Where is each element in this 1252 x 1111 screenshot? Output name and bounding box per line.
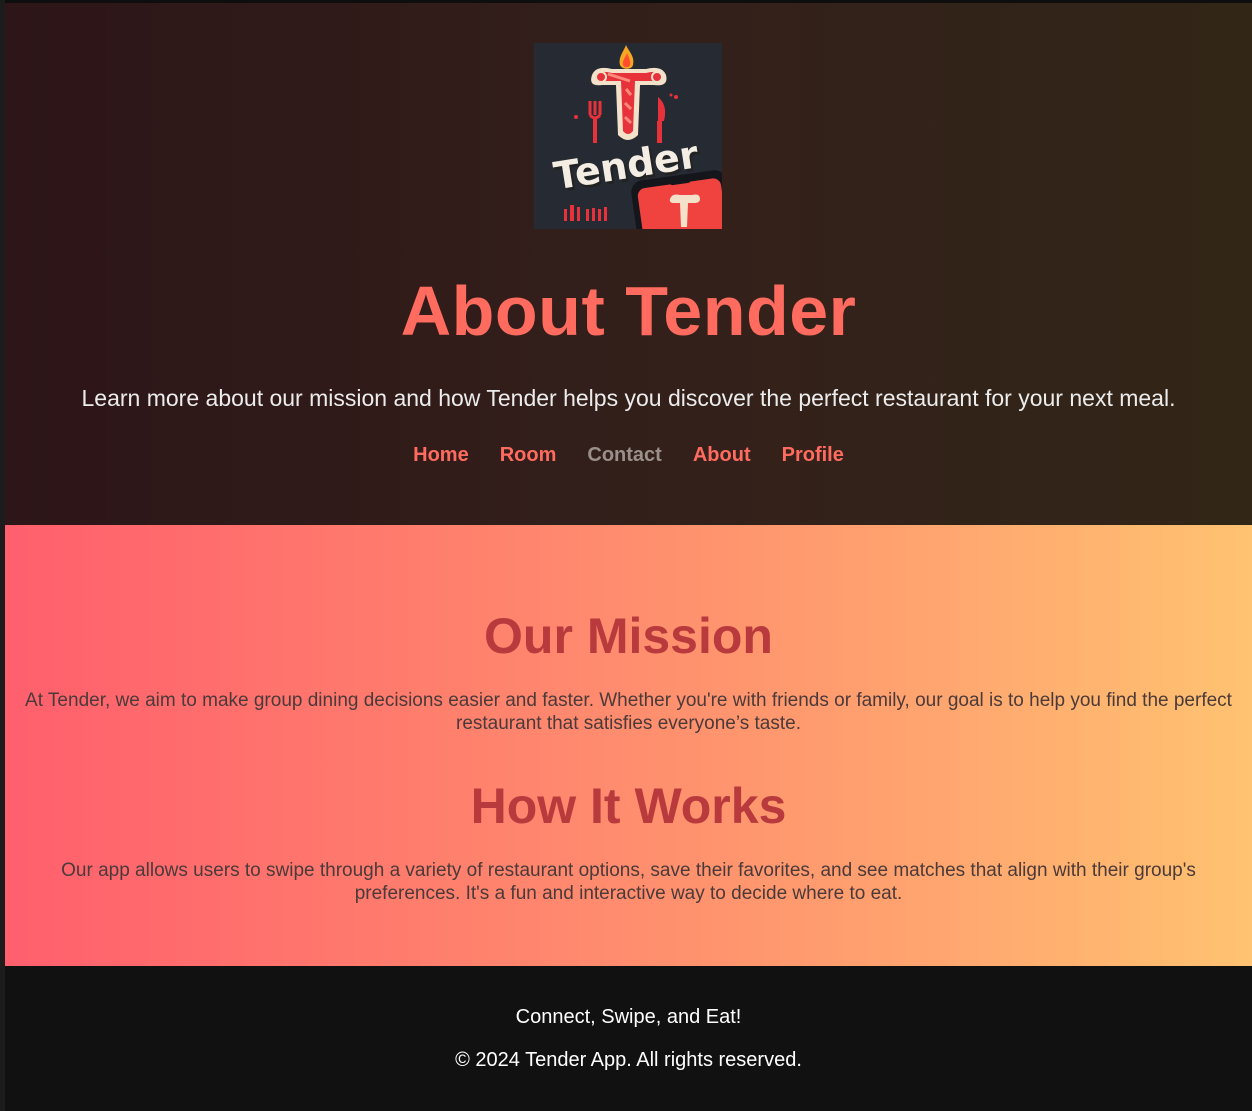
page-footer: Connect, Swipe, and Eat! © 2024 Tender A… — [5, 966, 1252, 1111]
nav-link-room[interactable]: Room — [500, 442, 557, 468]
footer-copyright: © 2024 Tender App. All rights reserved. — [455, 1049, 802, 1071]
about-content: Our Mission At Tender, we aim to make gr… — [5, 525, 1252, 966]
tender-logo: Tender Tender — [534, 43, 722, 229]
footer-tagline: Connect, Swipe, and Eat! — [515, 1006, 742, 1028]
hero-header: Tender Tender About Tender Learn more ab… — [5, 3, 1252, 525]
mission-text: At Tender, we aim to make group dining d… — [25, 690, 1232, 734]
mission-heading: Our Mission — [484, 608, 773, 664]
page-title: About Tender — [400, 272, 857, 350]
nav-link-home[interactable]: Home — [413, 442, 469, 468]
nav-link-profile[interactable]: Profile — [782, 442, 844, 468]
nav-link-about[interactable]: About — [693, 442, 751, 468]
page: Tender Tender About Tender Learn more ab… — [0, 0, 1252, 1111]
main-nav: Home Room Contact About Profile — [5, 442, 1252, 468]
how-it-works-text: Our app allows users to swipe through a … — [61, 860, 1196, 904]
page-subtitle: Learn more about our mission and how Ten… — [81, 385, 1176, 411]
nav-link-contact[interactable]: Contact — [587, 442, 661, 468]
how-it-works-heading: How It Works — [470, 778, 787, 834]
